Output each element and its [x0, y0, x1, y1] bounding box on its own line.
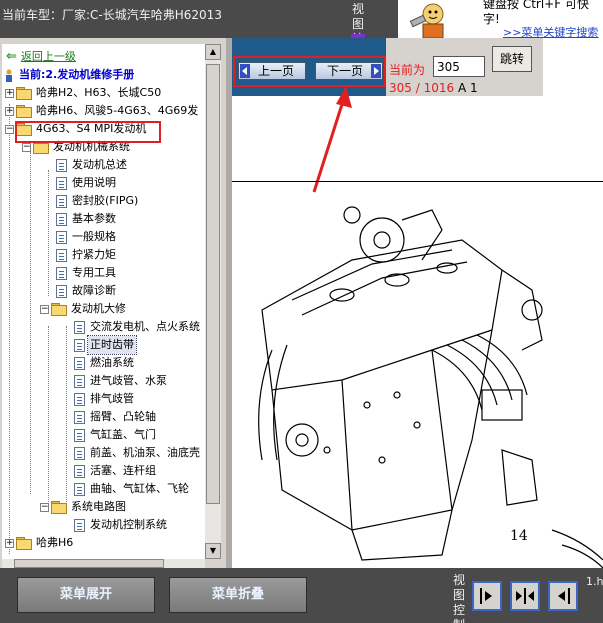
- document-icon: [74, 392, 85, 406]
- scroll-thumb[interactable]: [206, 64, 220, 504]
- back-arrow-icon: ⇐: [6, 49, 17, 64]
- folder-icon: [16, 537, 32, 550]
- tip-text: 键盘按 Ctrl+F 可快 字!: [483, 0, 589, 26]
- vehicle-info: 当前车型：厂家:C-长城汽车哈弗H62013: [2, 8, 222, 22]
- tree-item-circuit-diagrams[interactable]: − 系统电路图: [40, 498, 128, 516]
- document-icon: [56, 194, 67, 208]
- collapse-menu-button[interactable]: 菜单折叠: [169, 577, 307, 613]
- view-control-label-bottom: 视 图 控 制: [452, 573, 465, 623]
- document-icon: [56, 212, 67, 226]
- document-icon: [56, 248, 67, 262]
- folder-icon: [16, 87, 32, 100]
- tree-item-rocker-camshaft[interactable]: 摇臂、凸轮轴: [74, 408, 158, 426]
- tree-item-fuel-system[interactable]: 燃油系统: [74, 354, 136, 372]
- document-icon: [74, 446, 85, 460]
- document-icon: [74, 374, 85, 388]
- folder-icon: [16, 105, 32, 118]
- jump-button[interactable]: 跳转: [492, 46, 532, 72]
- document-icon: [74, 410, 85, 424]
- current-page-label: 当前为: [389, 63, 426, 77]
- tree-item-torque[interactable]: 拧紧力矩: [56, 246, 118, 264]
- page-rule: [232, 181, 603, 182]
- document-icon: [56, 230, 67, 244]
- page-number-input[interactable]: [433, 56, 485, 77]
- tree-item-instructions[interactable]: 使用说明: [56, 174, 118, 192]
- tree-item-exhaust-manifold[interactable]: 排气歧管: [74, 390, 136, 408]
- collapse-icon[interactable]: −: [40, 502, 49, 512]
- scroll-down-icon[interactable]: ▼: [205, 543, 221, 559]
- current-manual: 当前:2.发动机维修手册: [4, 66, 136, 84]
- person-icon: [6, 69, 12, 82]
- tree-item-piston-rod[interactable]: 活塞、连杆组: [74, 462, 158, 480]
- tree-item-intake-water-pump[interactable]: 进气歧管、水泵: [74, 372, 169, 390]
- expand-icon[interactable]: +: [5, 538, 14, 548]
- expand-right-icon: [480, 588, 492, 604]
- document-icon: [56, 158, 67, 172]
- tree-item-engine-overhaul[interactable]: − 发动机大修: [40, 300, 128, 318]
- tree-item-engine-control[interactable]: 发动机控制系统: [74, 516, 169, 534]
- collapse-left-icon: [558, 588, 570, 604]
- menu-tree-panel: ⇐ 返回上一级 当前:2.发动机维修手册 + 哈弗H2、H63、长城C50 + 哈弗H…: [0, 38, 226, 568]
- folder-open-icon: [51, 501, 67, 514]
- document-icon: [74, 428, 85, 442]
- document-icon: [74, 338, 85, 352]
- engine-diagram: [258, 206, 603, 568]
- document-icon: [56, 266, 67, 280]
- document-icon: [56, 176, 67, 190]
- collapse-icon[interactable]: −: [40, 304, 49, 314]
- back-link[interactable]: ⇐ 返回上一级: [6, 48, 78, 66]
- document-icon: [56, 284, 67, 298]
- tree-vertical-scrollbar[interactable]: ▲ ▼: [205, 44, 221, 559]
- document-icon: [74, 464, 85, 478]
- tree-item-special-tools[interactable]: 专用工具: [56, 264, 118, 282]
- tree-item-alternator-ignition[interactable]: 交流发电机、点火系统: [74, 318, 202, 336]
- tree-item-haval-h6[interactable]: + 哈弗H6: [5, 534, 75, 552]
- expand-icon[interactable]: +: [5, 88, 14, 98]
- split-view-button[interactable]: [510, 581, 540, 611]
- collapse-icon[interactable]: −: [22, 142, 31, 152]
- tree-item-basic-params[interactable]: 基本参数: [56, 210, 118, 228]
- mascot-icon: [409, 3, 444, 38]
- split-view-icon: [516, 588, 534, 604]
- expand-left-panel-button[interactable]: [472, 581, 502, 611]
- annotation-arrow-icon: [312, 86, 352, 193]
- tree-item-diagnosis[interactable]: 故障诊断: [56, 282, 118, 300]
- tree-item-crankshaft[interactable]: 曲轴、气缸体、飞轮: [74, 480, 191, 498]
- tree-item-general-specs[interactable]: 一般规格: [56, 228, 118, 246]
- document-icon: [74, 356, 85, 370]
- tree-item-h6-fengjun5[interactable]: + 哈弗H6、风骏5-4G63、4G69发: [5, 102, 200, 120]
- tree-item-sealant[interactable]: 密封胶(FIPG): [56, 192, 140, 210]
- scroll-up-icon[interactable]: ▲: [205, 44, 221, 60]
- scroll-h-thumb[interactable]: [14, 559, 164, 568]
- tree-item-timing-belt[interactable]: 正时齿带: [74, 335, 137, 355]
- tree-horizontal-scrollbar[interactable]: [2, 559, 205, 568]
- page-count: 305 / 1016 A 1: [389, 81, 478, 95]
- document-icon: [74, 482, 85, 496]
- collapse-left-panel-button[interactable]: [548, 581, 578, 611]
- collapse-icon[interactable]: −: [5, 124, 14, 134]
- tree-item-h2-h63-c50[interactable]: + 哈弗H2、H63、长城C50: [5, 84, 163, 102]
- tree-item-cylinder-head[interactable]: 气缸盖、气门: [74, 426, 158, 444]
- document-icon: [74, 320, 85, 334]
- expand-icon[interactable]: +: [5, 106, 14, 116]
- tree-item-front-cover-oil[interactable]: 前盖、机油泵、油底壳: [74, 444, 202, 462]
- tree-highlight-box: [15, 121, 161, 143]
- overflow-label: 1.h: [586, 575, 603, 588]
- document-icon: [74, 518, 85, 532]
- figure-number: 14: [510, 528, 528, 544]
- viewer-toolbar-blank: [543, 38, 603, 96]
- expand-menu-button[interactable]: 菜单展开: [17, 577, 155, 613]
- tree-item-engine-overview[interactable]: 发动机总述: [56, 156, 129, 174]
- folder-open-icon: [51, 303, 67, 316]
